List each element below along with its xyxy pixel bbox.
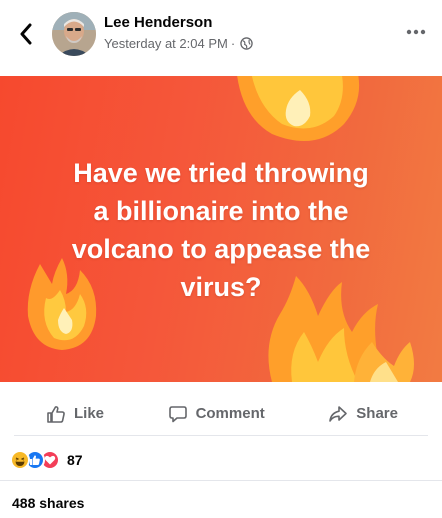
divider (0, 480, 442, 481)
reaction-count: 87 (67, 452, 83, 468)
post-actions: Like Comment Share (14, 392, 428, 436)
share-button[interactable]: Share (328, 404, 398, 424)
profile-photo (52, 12, 96, 56)
more-options-button[interactable] (402, 22, 430, 42)
fire-icon (237, 76, 360, 142)
post-text: Have we tried throwing a billionaire int… (71, 158, 371, 302)
share-arrow-icon (329, 405, 348, 422)
globe-icon (240, 37, 253, 50)
back-button[interactable] (14, 22, 38, 46)
shares-count[interactable]: 488 shares (12, 495, 84, 511)
chevron-left-icon (20, 23, 32, 45)
author-name[interactable]: Lee Henderson (104, 14, 212, 31)
facebook-post: Lee Henderson Yesterday at 2:04 PM · Hav… (0, 0, 442, 518)
meta-separator: · (230, 36, 236, 51)
like-button[interactable]: Like (46, 404, 104, 424)
post-meta: Yesterday at 2:04 PM · (104, 36, 253, 51)
post-image[interactable]: Have we tried throwing a billionaire int… (0, 76, 442, 382)
more-horizontal-icon (406, 29, 426, 35)
thumbs-up-icon (47, 405, 65, 423)
post-header: Lee Henderson Yesterday at 2:04 PM · (0, 0, 442, 76)
haha-reaction-icon (10, 450, 30, 470)
avatar[interactable] (52, 12, 96, 56)
reactions-summary[interactable]: 87 (10, 449, 83, 471)
comment-button[interactable]: Comment (168, 404, 265, 424)
post-timestamp[interactable]: Yesterday at 2:04 PM (104, 36, 228, 51)
like-label: Like (74, 405, 105, 422)
share-label: Share (356, 405, 398, 422)
comment-label: Comment (195, 405, 265, 422)
comment-icon (168, 405, 187, 422)
